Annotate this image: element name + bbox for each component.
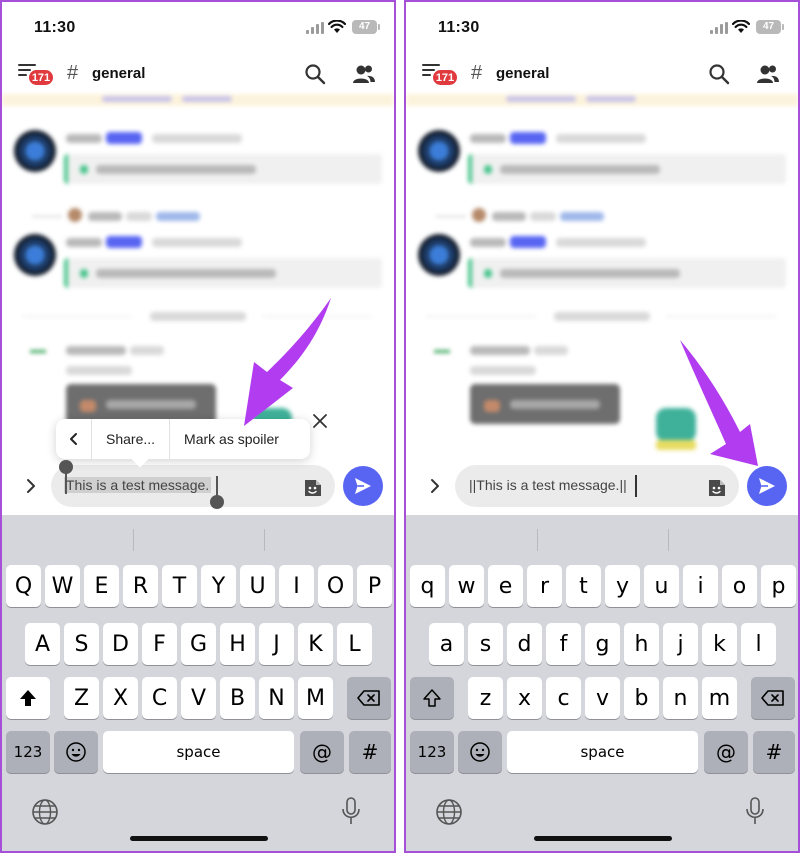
phone-left: 11:30 47 171 # general This is a test me…: [0, 0, 396, 853]
phone-right: 11:30 47 171 # general ||This is a test …: [404, 0, 800, 853]
annotation-arrow-icon: [244, 298, 331, 426]
annotation-arrow-icon: [680, 340, 758, 466]
screenshot-stage: 11:30 47 171 # general This is a test me…: [0, 0, 800, 853]
